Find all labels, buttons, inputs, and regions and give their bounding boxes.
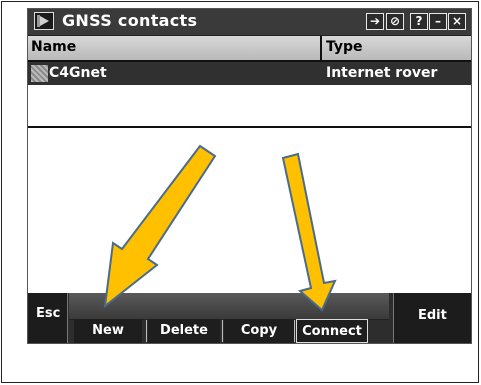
window-title: GNSS contacts [62, 11, 198, 30]
row-type-cell: Internet rover [326, 65, 438, 81]
table-row[interactable]: C4Gnet Internet rover [28, 62, 471, 85]
app-icon[interactable] [34, 12, 54, 30]
softkey-bar: Esc New Delete Copy Connect Edit [28, 293, 471, 343]
close-button[interactable]: × [448, 13, 466, 30]
column-header-type[interactable]: Type [326, 39, 363, 55]
softkey-divider [146, 320, 147, 342]
edit-button[interactable]: Edit [393, 293, 471, 343]
gnss-contacts-window: GNSS contacts ➔ ⊘ ? – × Name Type C4Gnet… [27, 8, 472, 344]
column-header-name[interactable]: Name [31, 39, 76, 55]
row-selection-icon [31, 65, 48, 82]
esc-button[interactable]: Esc [28, 293, 68, 343]
softkey-strip [69, 293, 389, 320]
edit-label: Edit [418, 308, 447, 323]
ok-arrow-icon[interactable]: ➔ [366, 13, 384, 30]
column-divider [320, 36, 322, 60]
table-header: Name Type [28, 36, 471, 62]
copy-button[interactable]: Copy [224, 319, 294, 343]
esc-label: Esc [36, 306, 61, 321]
help-button[interactable]: ? [410, 13, 428, 30]
minimize-button[interactable]: – [429, 13, 447, 30]
delete-button[interactable]: Delete [148, 319, 220, 343]
stop-icon[interactable]: ⊘ [386, 13, 404, 30]
connect-button[interactable]: Connect [296, 319, 368, 343]
row-name-cell: C4Gnet [49, 65, 107, 81]
list-bottom-border [28, 126, 471, 128]
softkey-divider [222, 320, 223, 342]
title-bar: GNSS contacts ➔ ⊘ ? – × [28, 9, 471, 36]
softkey-divider [294, 320, 295, 342]
new-button[interactable]: New [74, 319, 142, 343]
